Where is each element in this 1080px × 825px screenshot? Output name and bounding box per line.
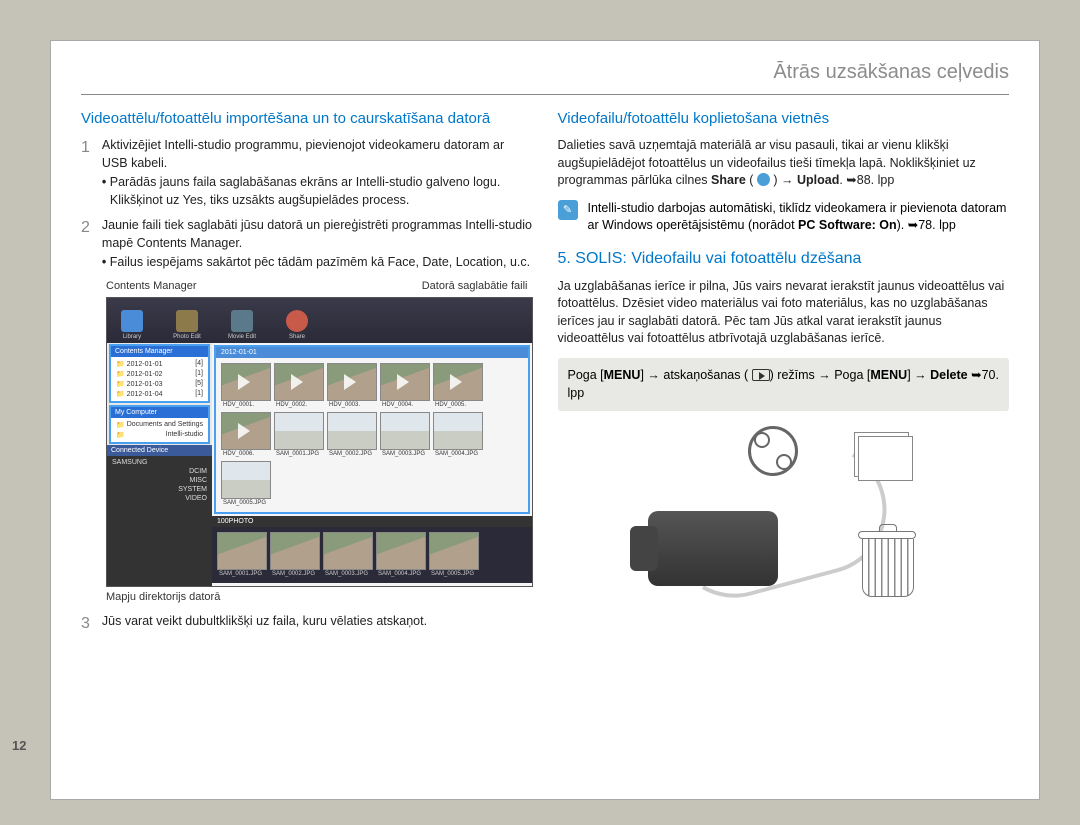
step-1-text: Aktivizējiet Intelli-studio programmu, p… — [102, 138, 504, 170]
caption-contents-manager: Contents Manager — [106, 280, 197, 292]
step-2-text: Jaunie faili tiek saglabāti jūsu datorā … — [102, 218, 532, 250]
step-2-bullet: Failus iespējams sakārtot pēc tādām pazī… — [102, 254, 533, 272]
left-column: Videoattēlu/fotoattēlu importēšana un to… — [81, 110, 533, 643]
film-reel-icon — [748, 426, 798, 476]
right-section1-title: Videofailu/fotoattēlu koplietošana vietn… — [558, 110, 1010, 127]
left-section-title: Videoattēlu/fotoattēlu importēšana un to… — [81, 110, 533, 127]
sidebar-hdr-device: Connected Device — [107, 445, 212, 456]
step-number: 1 — [81, 137, 90, 209]
menu-path-box: Poga [MENU] → atskaņošanas ( ) režīms → … — [558, 358, 1010, 412]
right-column: Videofailu/fotoattēlu koplietošana vietn… — [558, 110, 1010, 643]
note-icon: ✎ — [558, 200, 578, 220]
page-number: 12 — [12, 738, 26, 753]
step-3: 3 Jūs varat veikt dubultklikšķi uz faila… — [81, 613, 533, 635]
camcorder-icon — [648, 511, 778, 586]
step-number: 2 — [81, 217, 90, 272]
step-2: 2 Jaunie faili tiek saglabāti jūsu dator… — [81, 217, 533, 272]
divider — [81, 94, 1009, 95]
step5-title: 5. SOLIS: Videofailu vai fotoattēlu dzēš… — [558, 250, 1010, 268]
thumbs-date-header: 2012-01-01 — [216, 347, 528, 358]
step-1: 1 Aktivizējiet Intelli-studio programmu,… — [81, 137, 533, 209]
trash-icon — [858, 531, 918, 601]
caption-saved-files: Datorā saglabātie faili — [422, 280, 528, 292]
playback-icon — [752, 369, 770, 381]
step-1-bullet: Parādās jauns faila saglabāšanas ekrāns … — [102, 174, 533, 209]
photo-stack-icon — [858, 436, 913, 481]
screenshot-top-captions: Contents Manager Datorā saglabātie faili — [81, 280, 533, 292]
delete-paragraph: Ja uzglabāšanas ierīce ir pilna, Jūs vai… — [558, 278, 1010, 348]
sidebar-hdr-contents: Contents Manager — [111, 346, 208, 357]
step-number: 3 — [81, 613, 90, 635]
note-block: ✎ Intelli-studio darbojas automātiski, t… — [558, 200, 1010, 235]
delete-diagram — [623, 426, 943, 606]
sidebar-hdr-mycomputer: My Computer — [111, 407, 208, 418]
breadcrumb-title: Ātrās uzsākšanas ceļvedis — [81, 61, 1009, 84]
share-icon — [757, 173, 770, 186]
intelli-studio-screenshot: Library Photo Edit Movie Edit Share Cont… — [106, 297, 533, 587]
step-3-text: Jūs varat veikt dubultklikšķi uz faila, … — [102, 614, 427, 628]
page: Ātrās uzsākšanas ceļvedis Videoattēlu/fo… — [50, 40, 1040, 800]
caption-folder-directory: Mapju direktorijs datorā — [106, 591, 533, 603]
share-paragraph: Dalieties savā uzņemtajā materiālā ar vi… — [558, 137, 1010, 190]
